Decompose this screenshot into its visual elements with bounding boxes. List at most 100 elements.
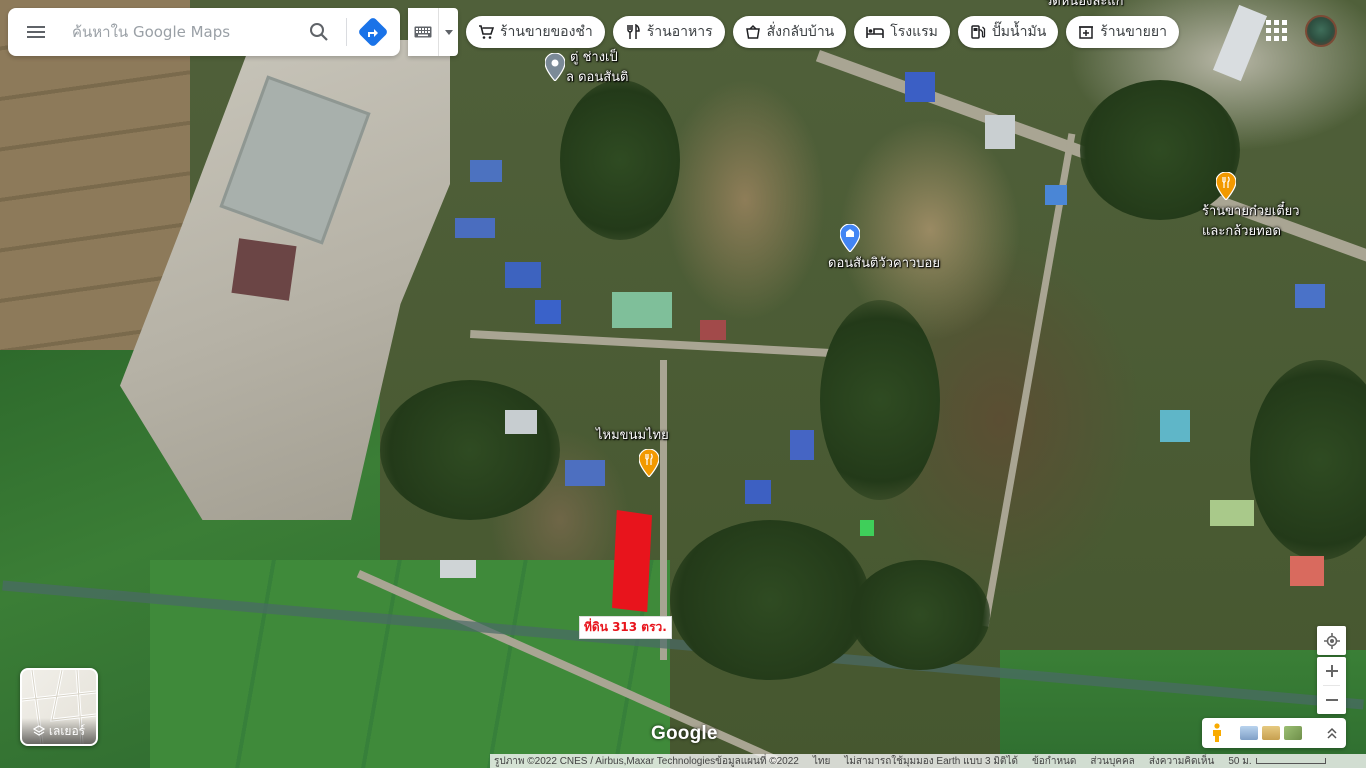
- house-roof: [745, 480, 771, 504]
- house-roof: [790, 430, 814, 460]
- layers-label: เลเยอร์: [48, 723, 86, 738]
- house-roof: [860, 520, 874, 536]
- caret-down-icon: [444, 29, 453, 35]
- house-roof: [905, 72, 935, 102]
- scale-label: 50 ม.: [1228, 755, 1252, 767]
- my-location-icon: [1323, 632, 1340, 649]
- tree-cluster: [1250, 360, 1366, 560]
- warehouse-roof: [231, 238, 297, 301]
- layers-button[interactable]: เลเยอร์: [20, 668, 98, 746]
- street-view-panel: [1202, 718, 1346, 748]
- search-icon: [310, 23, 328, 41]
- imagery-credit[interactable]: รูปภาพ ©2022 CNES / Airbus,Maxar Technol…: [494, 754, 715, 768]
- lane-east: [981, 133, 1076, 627]
- gas-station-icon: [971, 25, 986, 39]
- imagery-thumb-2[interactable]: [1262, 726, 1280, 740]
- scale-indicator[interactable]: 50 ม.: [1228, 754, 1326, 768]
- minus-icon: [1325, 699, 1338, 701]
- chip-pharmacy-label: ร้านขายยา: [1100, 24, 1167, 40]
- hotel-bed-icon: [866, 27, 885, 38]
- pegman-button[interactable]: [1202, 723, 1232, 743]
- place-label-noodle-1[interactable]: ร้านขายก๋วยเตี๋ยว: [1202, 204, 1300, 220]
- chip-takeout[interactable]: สั่งกลับบ้าน: [732, 16, 847, 48]
- chip-grocery-label: ร้านขายของชำ: [500, 24, 593, 40]
- apps-grid-icon: [1265, 19, 1271, 25]
- takeout-icon: [745, 24, 760, 39]
- chip-hotel-label: โรงแรม: [890, 24, 938, 40]
- imagery-thumb-3[interactable]: [1284, 726, 1302, 740]
- house-roof: [565, 460, 605, 486]
- land-plot-label[interactable]: ที่ดิน 313 ตรว.: [579, 616, 672, 639]
- place-label-chang-sub[interactable]: ล ดอนสันติ: [566, 70, 629, 86]
- language-link[interactable]: ไทย: [813, 754, 830, 768]
- land-plot-highlight[interactable]: [612, 510, 652, 612]
- house-roof: [1212, 4, 1268, 82]
- earth-3d-note[interactable]: ไม่สามารถใช้มุมมอง Earth แบบ 3 มิติได้: [844, 754, 1018, 768]
- shopping-cart-icon: [479, 25, 494, 39]
- house-roof: [505, 410, 537, 434]
- map-pin-gray-icon[interactable]: [544, 52, 566, 85]
- map-pin-blue-icon[interactable]: [839, 223, 861, 256]
- house-roof: [1045, 185, 1067, 205]
- pharmacy-icon: [1079, 26, 1094, 39]
- chip-gas-station[interactable]: ปั๊มน้ำมัน: [957, 16, 1059, 48]
- pegman-icon: [1213, 723, 1221, 742]
- terms-link[interactable]: ข้อกำหนด: [1032, 754, 1076, 768]
- chip-takeout-label: สั่งกลับบ้าน: [766, 24, 835, 40]
- map-pin-orange-dessert-icon[interactable]: [638, 448, 660, 481]
- expand-imagery-button[interactable]: [1318, 727, 1346, 739]
- house-roof: [612, 292, 672, 328]
- chip-restaurant[interactable]: ร้านอาหาร: [612, 16, 725, 48]
- village-road: [470, 330, 850, 358]
- chip-hotel[interactable]: โรงแรม: [854, 16, 950, 48]
- map-pin-orange-restaurant-icon[interactable]: [1215, 171, 1237, 204]
- house-roof: [985, 115, 1015, 149]
- search-box: [8, 8, 400, 56]
- directions-button[interactable]: [353, 8, 393, 56]
- account-avatar[interactable]: [1305, 15, 1337, 47]
- layers-label-row: เลเยอร์: [22, 718, 96, 744]
- keyboard-icon: [414, 26, 432, 38]
- zoom-controls: [1317, 657, 1346, 714]
- chip-pharmacy[interactable]: ร้านขายยา: [1066, 16, 1179, 48]
- zoom-out-button[interactable]: [1317, 686, 1346, 714]
- tree-cluster: [850, 560, 990, 670]
- place-label-noodle-2[interactable]: และกล้วยทอด: [1202, 224, 1281, 240]
- input-tools: [408, 8, 458, 56]
- map-data-credit[interactable]: ข้อมูลแผนที่ ©2022: [715, 754, 799, 768]
- search-button[interactable]: [300, 8, 338, 56]
- hamburger-menu-icon: [27, 26, 45, 38]
- search-input[interactable]: [64, 12, 300, 52]
- chip-grocery[interactable]: ร้านขายของชำ: [466, 16, 605, 48]
- category-chips: ร้านขายของชำ ร้านอาหาร สั่งกลับบ้าน โรงแ…: [466, 16, 1179, 48]
- rice-paddy-right: [1000, 650, 1366, 768]
- place-label-wat[interactable]: วัดหนองละแก: [1045, 0, 1124, 10]
- my-location-button[interactable]: [1317, 626, 1346, 655]
- plus-icon: [1325, 665, 1338, 677]
- privacy-link[interactable]: ส่วนบุคคล: [1090, 754, 1134, 768]
- tree-cluster: [560, 80, 680, 240]
- place-label-chang[interactable]: ตู่ ช่างเป็: [570, 50, 618, 66]
- input-tools-dropdown[interactable]: [438, 8, 458, 56]
- tree-cluster: [380, 380, 560, 520]
- house-roof: [1290, 556, 1324, 586]
- place-label-dessert[interactable]: ไหมขนมไทย: [596, 428, 669, 444]
- tree-cluster: [670, 520, 870, 680]
- restaurant-icon: [627, 24, 640, 39]
- keyboard-button[interactable]: [408, 26, 438, 38]
- satellite-map[interactable]: ที่ดิน 313 ตรว. ตู่ ช่างเป็ ล ดอนสันติ ว…: [0, 0, 1366, 768]
- house-roof: [1160, 410, 1190, 442]
- menu-button[interactable]: [8, 8, 64, 56]
- google-apps-button[interactable]: [1263, 17, 1289, 43]
- house-roof: [455, 218, 495, 238]
- feedback-link[interactable]: ส่งความคิดเห็น: [1149, 754, 1215, 768]
- place-label-cowboy[interactable]: ดอนสันติวัวคาวบอย: [828, 256, 940, 272]
- chip-restaurant-label: ร้านอาหาร: [646, 24, 713, 40]
- house-roof: [440, 560, 476, 578]
- double-chevron-up-icon: [1327, 727, 1337, 739]
- zoom-in-button[interactable]: [1317, 657, 1346, 685]
- rice-paddy-bottom: [150, 560, 670, 768]
- imagery-thumb-1[interactable]: [1240, 726, 1258, 740]
- directions-icon: [357, 16, 389, 48]
- house-roof: [1210, 500, 1254, 526]
